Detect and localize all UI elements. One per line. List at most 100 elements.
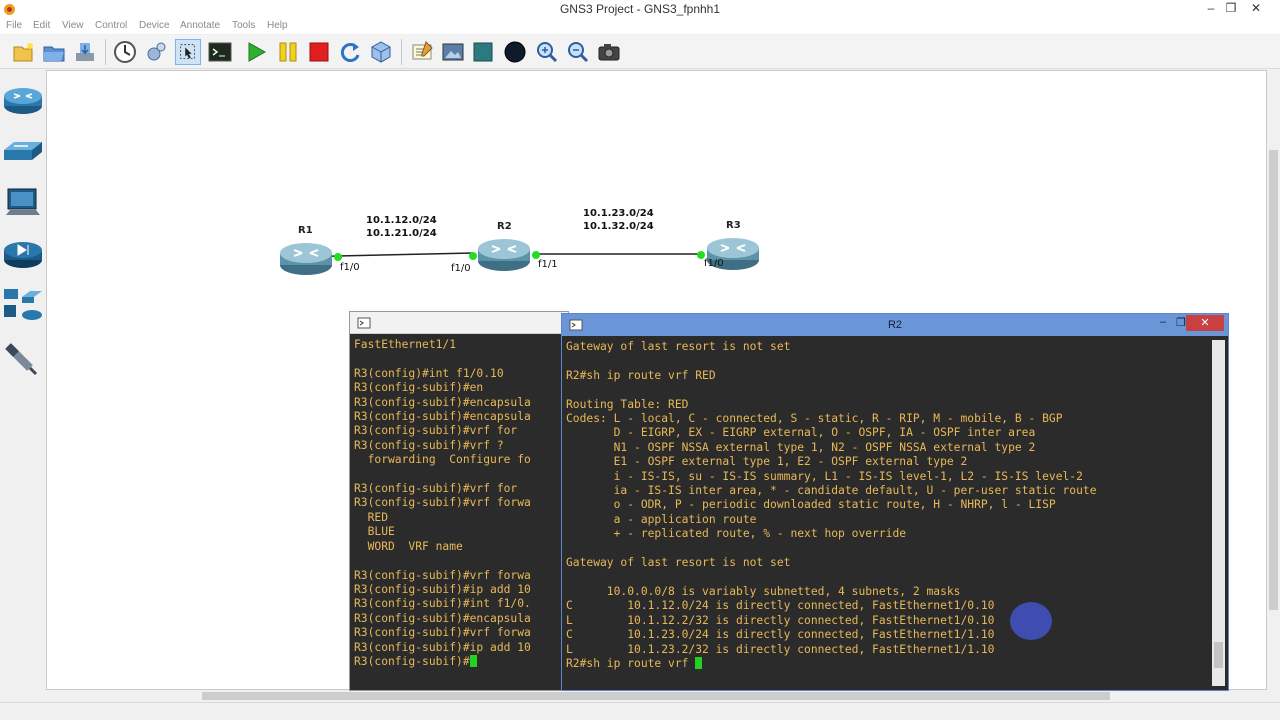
- menu-help[interactable]: Help: [267, 20, 288, 31]
- console-line: D - EIGRP, EX - EIGRP external, O - OSPF…: [566, 426, 1036, 440]
- console-all-icon[interactable]: [207, 39, 233, 65]
- router-icon[interactable]: [278, 237, 334, 277]
- end-devices-icon[interactable]: [2, 185, 44, 221]
- start-all-icon[interactable]: [243, 39, 269, 65]
- console-line: BLUE: [354, 525, 395, 539]
- device-dock: [0, 70, 45, 702]
- network-1-subnet-a: 10.1.12.0/24: [366, 215, 437, 226]
- zoom-in-icon[interactable]: [534, 39, 560, 65]
- toolbar-separator: [105, 39, 106, 65]
- canvas-vertical-scrollbar[interactable]: [1267, 70, 1280, 690]
- title-bar: GNS3 Project - GNS3_fpnhh1 – ❐ ✕: [0, 0, 1280, 19]
- console-line: forwarding Configure fo: [354, 453, 531, 467]
- canvas-horizontal-scrollbar[interactable]: [46, 690, 1267, 702]
- menu-control[interactable]: Control: [95, 20, 127, 31]
- console-line: + - replicated route, % - next hop overr…: [566, 527, 907, 541]
- network-2-subnet-b: 10.1.32.0/24: [583, 221, 654, 232]
- snapshot-icon[interactable]: [112, 39, 138, 65]
- insert-picture-icon[interactable]: [440, 39, 466, 65]
- console-line: R3(config-subif)#vrf forwa: [354, 496, 531, 510]
- virtualbox-icon[interactable]: [368, 39, 394, 65]
- add-link-icon[interactable]: [2, 340, 44, 376]
- draw-ellipse-icon[interactable]: [502, 39, 528, 65]
- security-devices-icon[interactable]: [2, 236, 44, 272]
- vertical-scroll-thumb[interactable]: [1269, 150, 1278, 610]
- console-prompt[interactable]: R3(config-subif)#: [354, 654, 550, 669]
- interface-label: f1/1: [538, 259, 558, 270]
- r3-console-output[interactable]: FastEthernet1/1 R3(config)#int f1/0.10 R3…: [354, 338, 550, 686]
- menu-tools[interactable]: Tools: [232, 20, 255, 31]
- select-icon[interactable]: [175, 39, 201, 65]
- console-prompt[interactable]: R2#sh ip route vrf: [566, 656, 1210, 671]
- add-note-icon[interactable]: [409, 39, 435, 65]
- console-prompt-text: R3(config-subif)#: [354, 654, 470, 668]
- router-icon[interactable]: [476, 233, 532, 273]
- console-line: o - ODR, P - periodic downloaded static …: [566, 498, 1056, 512]
- menu-file[interactable]: File: [6, 20, 22, 31]
- console-cursor: [695, 656, 703, 669]
- console-line: L 10.1.12.2/32 is directly connected, Fa…: [566, 613, 995, 627]
- switches-icon[interactable]: [2, 134, 44, 170]
- r3-console-title-bar[interactable]: [350, 312, 568, 334]
- console-line: ia - IS-IS inter area, * - candidate def…: [566, 484, 1097, 498]
- menu-annotate[interactable]: Annotate: [180, 20, 220, 31]
- restore-button[interactable]: ❐: [1218, 0, 1244, 18]
- console-line: C 10.1.12.0/24 is directly connected, Fa…: [566, 599, 995, 613]
- r3-console-window[interactable]: FastEthernet1/1 R3(config)#int f1/0.10 R3…: [349, 311, 569, 691]
- menu-view[interactable]: View: [62, 20, 84, 31]
- r2-console-output[interactable]: Gateway of last resort is not set R2#sh …: [566, 340, 1210, 686]
- console-prompt-text: R2#sh ip route vrf: [566, 656, 696, 670]
- r2-console-scrollbar[interactable]: [1212, 340, 1225, 686]
- interface-label: f1/0: [451, 263, 471, 274]
- console-line: R3(config-subif)#ip add 10: [354, 640, 531, 654]
- network-2-subnet-a: 10.1.23.0/24: [583, 208, 654, 219]
- network-label[interactable]: 10.1.12.0/24 10.1.21.0/24: [366, 214, 437, 240]
- routers-icon[interactable]: [2, 82, 44, 118]
- preferences-icon[interactable]: [143, 39, 169, 65]
- r2-close-button[interactable]: ✕: [1186, 315, 1224, 331]
- network-label[interactable]: 10.1.23.0/24 10.1.32.0/24: [583, 207, 654, 233]
- suspend-all-icon[interactable]: [275, 39, 301, 65]
- close-button[interactable]: ✕: [1243, 0, 1269, 18]
- console-line: R3(config-subif)#encapsula: [354, 611, 531, 625]
- router-r1-label: R1: [298, 225, 313, 236]
- new-project-icon[interactable]: [10, 39, 36, 65]
- console-line: R3(config-subif)#vrf ?: [354, 438, 504, 452]
- menu-bar: File Edit View Control Device Annotate T…: [0, 19, 1280, 34]
- save-project-icon[interactable]: [72, 39, 98, 65]
- console-line: Codes: L - local, C - connected, S - sta…: [566, 412, 1063, 426]
- zoom-out-icon[interactable]: [565, 39, 591, 65]
- r2-console-window[interactable]: R2 – ❐ ✕ Gateway of last resort is not s…: [561, 313, 1229, 691]
- console-line: R3(config-subif)#en: [354, 381, 484, 395]
- console-line: E1 - OSPF external type 1, E2 - OSPF ext…: [566, 455, 968, 469]
- r2-console-title-bar[interactable]: R2 – ❐ ✕: [562, 314, 1228, 336]
- console-app-icon: [357, 317, 371, 329]
- draw-rectangle-icon[interactable]: [470, 39, 496, 65]
- cursor-highlight: [1010, 602, 1052, 640]
- status-bar: [0, 702, 1280, 720]
- r2-minimize-button[interactable]: –: [1160, 316, 1166, 328]
- console-line: R3(config-subif)#vrf forwa: [354, 568, 531, 582]
- horizontal-scroll-thumb[interactable]: [202, 692, 1110, 700]
- open-project-icon[interactable]: [41, 39, 67, 65]
- console-line: R3(config-subif)#vrf for: [354, 424, 518, 438]
- menu-edit[interactable]: Edit: [33, 20, 50, 31]
- port-status-r2-f1-1: [532, 251, 540, 259]
- console-line: FastEthernet1/1: [354, 338, 457, 351]
- port-status-r1-f1-0: [334, 253, 342, 261]
- screenshot-icon[interactable]: [596, 39, 622, 65]
- stop-all-icon[interactable]: [306, 39, 332, 65]
- r2-maximize-button[interactable]: ❐: [1176, 316, 1186, 329]
- menu-device[interactable]: Device: [139, 20, 170, 31]
- console-line: R2#sh ip route vrf RED: [566, 368, 716, 382]
- all-devices-icon[interactable]: [2, 287, 44, 323]
- r2-console-title: R2: [887, 319, 903, 331]
- toolbar: [0, 35, 1280, 69]
- r2-console-scroll-thumb[interactable]: [1214, 642, 1223, 668]
- router-r2-label: R2: [497, 221, 512, 232]
- network-1-subnet-b: 10.1.21.0/24: [366, 228, 437, 239]
- reload-all-icon[interactable]: [337, 39, 363, 65]
